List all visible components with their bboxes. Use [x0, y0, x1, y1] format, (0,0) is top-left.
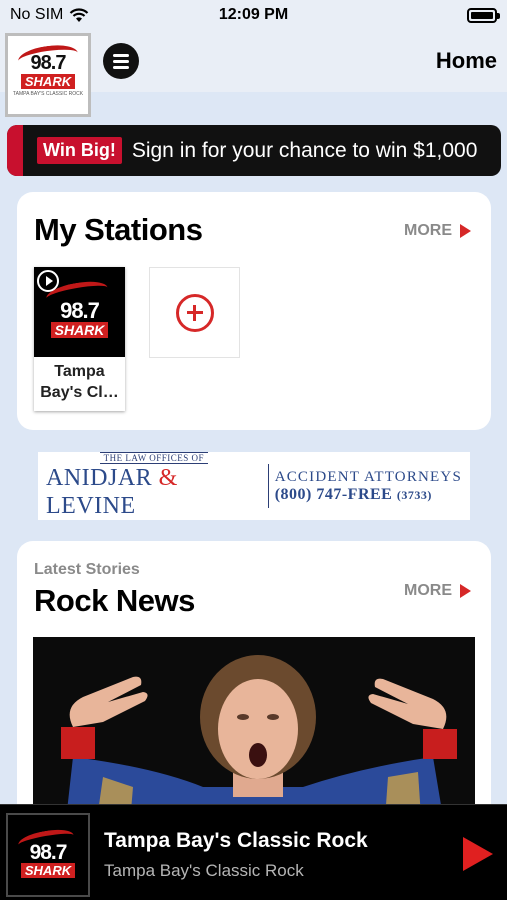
promo-text: Sign in for your chance to win $1,000	[131, 138, 478, 162]
station-logo: 98.7 SHARK TAMPA BAY'S CLASSIC ROCK	[12, 40, 84, 110]
mini-player[interactable]: 98.7 SHARK Tampa Bay's Classic Rock Tamp…	[0, 804, 507, 900]
promo-banner[interactable]: Win Big! Sign in for your chance to win …	[7, 125, 501, 176]
more-label: MORE	[404, 582, 452, 599]
rock-news-title: Rock News	[34, 583, 195, 618]
player-station-logo: 98.7 SHARK	[6, 813, 90, 897]
player-subtitle: Tampa Bay's Classic Rock	[104, 861, 304, 880]
carrier-label: No SIM	[10, 6, 64, 23]
station-tile[interactable]: 98.7 SHARK Tampa Bay's Cl…	[34, 267, 125, 411]
app-header: 98.7 SHARK TAMPA BAY'S CLASSIC ROCK Home	[0, 30, 507, 117]
station-name: Tampa Bay's Cl…	[40, 363, 119, 401]
play-icon[interactable]	[37, 270, 59, 292]
my-stations-card: My Stations MORE 98.7 SHARK Tampa Bay's …	[17, 192, 491, 430]
advertisement-banner[interactable]: THE LAW OFFICES OF ANIDJAR & LEVINE ACCI…	[38, 452, 470, 520]
station-logo-name: SHARK	[50, 322, 109, 338]
battery-fill	[471, 11, 493, 19]
ad-top-line: THE LAW OFFICES OF	[99, 452, 209, 464]
station-artwork: 98.7 SHARK	[34, 267, 125, 357]
ad-phone: (800) 747-FREE (3733)	[274, 485, 432, 503]
page-title: Home	[435, 48, 497, 73]
add-station-button[interactable]	[149, 267, 240, 358]
ad-contact-block: ACCIDENT ATTORNEYS (800) 747-FREE (3733)	[275, 469, 462, 504]
rock-news-more-link[interactable]: MORE	[404, 582, 471, 600]
ad-firm-name: ANIDJAR & LEVINE	[46, 465, 178, 519]
player-title: Tampa Bay's Classic Rock	[104, 829, 368, 852]
logo-tagline: TAMPA BAY'S CLASSIC ROCK	[12, 91, 84, 97]
ad-firm-block: THE LAW OFFICES OF ANIDJAR & LEVINE	[46, 452, 262, 520]
more-label: MORE	[404, 222, 452, 239]
plus-circle-icon	[175, 293, 214, 332]
ad-title: ACCIDENT ATTORNEYS	[274, 468, 462, 485]
chevron-right-icon	[460, 224, 471, 238]
shark-fin-graphic	[16, 41, 80, 73]
rock-news-card: Latest Stories Rock News MORE	[17, 541, 491, 841]
station-logo-button[interactable]: 98.7 SHARK TAMPA BAY'S CLASSIC ROCK	[5, 33, 91, 117]
play-icon[interactable]	[463, 837, 493, 871]
banner-accent	[7, 125, 23, 176]
status-left: No SIM	[10, 6, 170, 24]
chevron-right-icon	[460, 584, 471, 598]
wifi-icon	[70, 7, 89, 22]
latest-stories-label: Latest Stories	[34, 561, 140, 578]
my-stations-more-link[interactable]: MORE	[404, 222, 471, 240]
logo-name: SHARK	[20, 74, 76, 89]
status-bar: No SIM 12:09 PM	[0, 0, 507, 30]
battery-icon	[467, 7, 500, 23]
win-big-badge: Win Big!	[37, 137, 122, 164]
hamburger-menu-icon[interactable]	[103, 43, 139, 79]
ad-divider	[267, 464, 269, 508]
player-logo-name: SHARK	[20, 863, 76, 878]
status-time: 12:09 PM	[218, 6, 289, 23]
my-stations-title: My Stations	[34, 212, 203, 247]
